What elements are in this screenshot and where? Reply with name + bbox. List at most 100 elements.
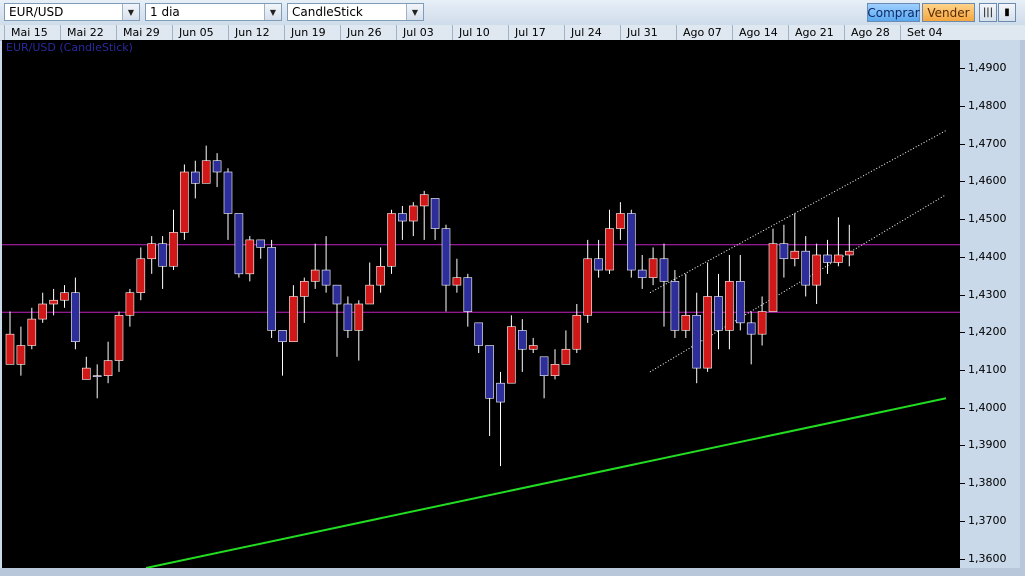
- candle-bearish: [419, 194, 429, 207]
- chevron-down-icon[interactable]: ▼: [122, 4, 139, 20]
- candle-bearish: [38, 303, 48, 320]
- price-tick: [960, 68, 965, 70]
- candlestick-chart[interactable]: [2, 40, 960, 568]
- time-tick: [564, 25, 565, 40]
- candle-bearish: [507, 326, 516, 384]
- time-tick: [340, 25, 341, 40]
- horizontal-scrollbar[interactable]: [0, 568, 1025, 576]
- time-tick-label: Ago 07: [683, 26, 722, 39]
- candle-bearish: [60, 292, 69, 301]
- candle-bullish: [278, 330, 287, 343]
- candle-bearish: [354, 303, 364, 331]
- time-tick-label: Mai 15: [11, 26, 48, 39]
- candle-bullish: [539, 356, 549, 376]
- candle-bearish: [16, 345, 26, 365]
- price-tick: [960, 143, 965, 145]
- timeframe-value: 1 dia: [150, 5, 180, 19]
- candle-bullish: [234, 213, 244, 275]
- candle-bearish: [147, 243, 156, 260]
- candle-bearish: [5, 333, 15, 365]
- candle-bearish: [27, 318, 37, 346]
- price-tick: [960, 294, 965, 296]
- symbol-select[interactable]: EUR/USD ▼: [4, 3, 140, 21]
- candle-bullish: [441, 228, 451, 286]
- time-tick: [788, 25, 789, 40]
- price-tick-label: 1,4200: [968, 325, 1007, 339]
- price-tick-label: 1,4500: [968, 212, 1007, 226]
- candle-bearish: [365, 284, 375, 305]
- price-tick-label: 1,3800: [968, 476, 1007, 490]
- candle-bearish: [289, 296, 298, 343]
- chevron-down-icon[interactable]: ▼: [406, 4, 423, 20]
- time-tick: [172, 25, 173, 40]
- chevron-down-icon[interactable]: ▼: [264, 4, 281, 20]
- time-tick-label: Jun 05: [179, 26, 214, 39]
- price-tick-label: 1,4900: [968, 61, 1007, 75]
- toolbar: EUR/USD ▼ 1 dia ▼ CandleStick ▼ Comprar …: [0, 0, 1025, 26]
- candle-bearish: [834, 254, 843, 263]
- time-tick-label: Jul 03: [403, 26, 434, 39]
- candle-bearish: [844, 250, 854, 256]
- lock-icon[interactable]: ▮: [998, 3, 1016, 22]
- time-tick: [284, 25, 285, 40]
- sell-button[interactable]: Vender: [922, 3, 975, 22]
- price-tick-label: 1,4700: [968, 136, 1007, 150]
- time-tick: [620, 25, 621, 40]
- candle-bearish: [725, 281, 734, 331]
- candle-bearish: [616, 213, 625, 229]
- candle-bearish: [376, 265, 385, 286]
- candle-bearish: [245, 239, 255, 275]
- chart-title: EUR/USD (CandleStick): [6, 41, 133, 54]
- price-tick: [960, 106, 965, 107]
- candle-bearish: [605, 228, 614, 271]
- time-axis: Mai 15 Mai 22 Mai 29 Jun 05 Jun 12 Jun 19 Jun …: [0, 25, 960, 41]
- candle-bullish: [332, 284, 342, 305]
- candle-bearish: [310, 269, 320, 282]
- price-tick: [960, 181, 965, 183]
- price-tick-label: 1,3900: [968, 438, 1007, 452]
- candle-bullish: [670, 281, 680, 331]
- time-tick: [396, 25, 397, 40]
- time-tick: [508, 25, 509, 40]
- buy-button[interactable]: Comprar: [867, 3, 920, 22]
- chart-style-value: CandleStick: [292, 5, 363, 19]
- symbol-value: EUR/USD: [9, 5, 64, 19]
- vertical-scrollbar[interactable]: [1020, 40, 1025, 568]
- price-tick: [960, 520, 965, 522]
- candle-bearish: [812, 254, 821, 286]
- candle-bullish: [801, 250, 811, 286]
- candle-bearish: [387, 213, 396, 267]
- time-tick-label: Set 04: [907, 26, 943, 39]
- time-tick: [452, 25, 453, 40]
- time-tick: [228, 25, 229, 40]
- chart-style-select[interactable]: CandleStick ▼: [287, 3, 424, 21]
- candle-bearish: [681, 315, 691, 331]
- price-tick-label: 1,3700: [968, 513, 1007, 527]
- candle-bearish: [136, 258, 146, 293]
- trend-line-support: [145, 397, 947, 568]
- time-tick: [900, 25, 901, 40]
- time-tick-label: Ago 28: [851, 26, 890, 39]
- chart-plot-area[interactable]: EUR/USD (CandleStick): [2, 40, 960, 568]
- candle-bullish: [517, 330, 527, 350]
- time-tick-label: Mai 29: [123, 26, 160, 39]
- price-tick-label: 1,4800: [968, 99, 1007, 112]
- timeframe-select[interactable]: 1 dia ▼: [145, 3, 282, 21]
- candle-bullish: [637, 269, 647, 278]
- candle-bearish: [201, 160, 211, 184]
- candle-bearish: [572, 315, 582, 350]
- candle-bullish: [191, 171, 200, 184]
- candle-bullish: [267, 247, 276, 331]
- candle-bullish: [321, 269, 331, 286]
- candle-bearish: [648, 258, 658, 278]
- time-tick-label: Jul 17: [515, 26, 546, 39]
- price-axis[interactable]: 1,4900 1,4800 1,4700 1,4600 1,4500 1,4400 1,43…: [960, 40, 1020, 568]
- bars-icon[interactable]: |||: [979, 3, 997, 22]
- candle-bearish: [561, 348, 571, 365]
- price-tick: [960, 483, 965, 485]
- time-tick-label: Mai 22: [67, 26, 104, 39]
- time-tick: [116, 25, 117, 40]
- candle-bullish: [256, 239, 265, 248]
- candle-bullish: [779, 243, 789, 260]
- candle-bearish: [299, 281, 309, 297]
